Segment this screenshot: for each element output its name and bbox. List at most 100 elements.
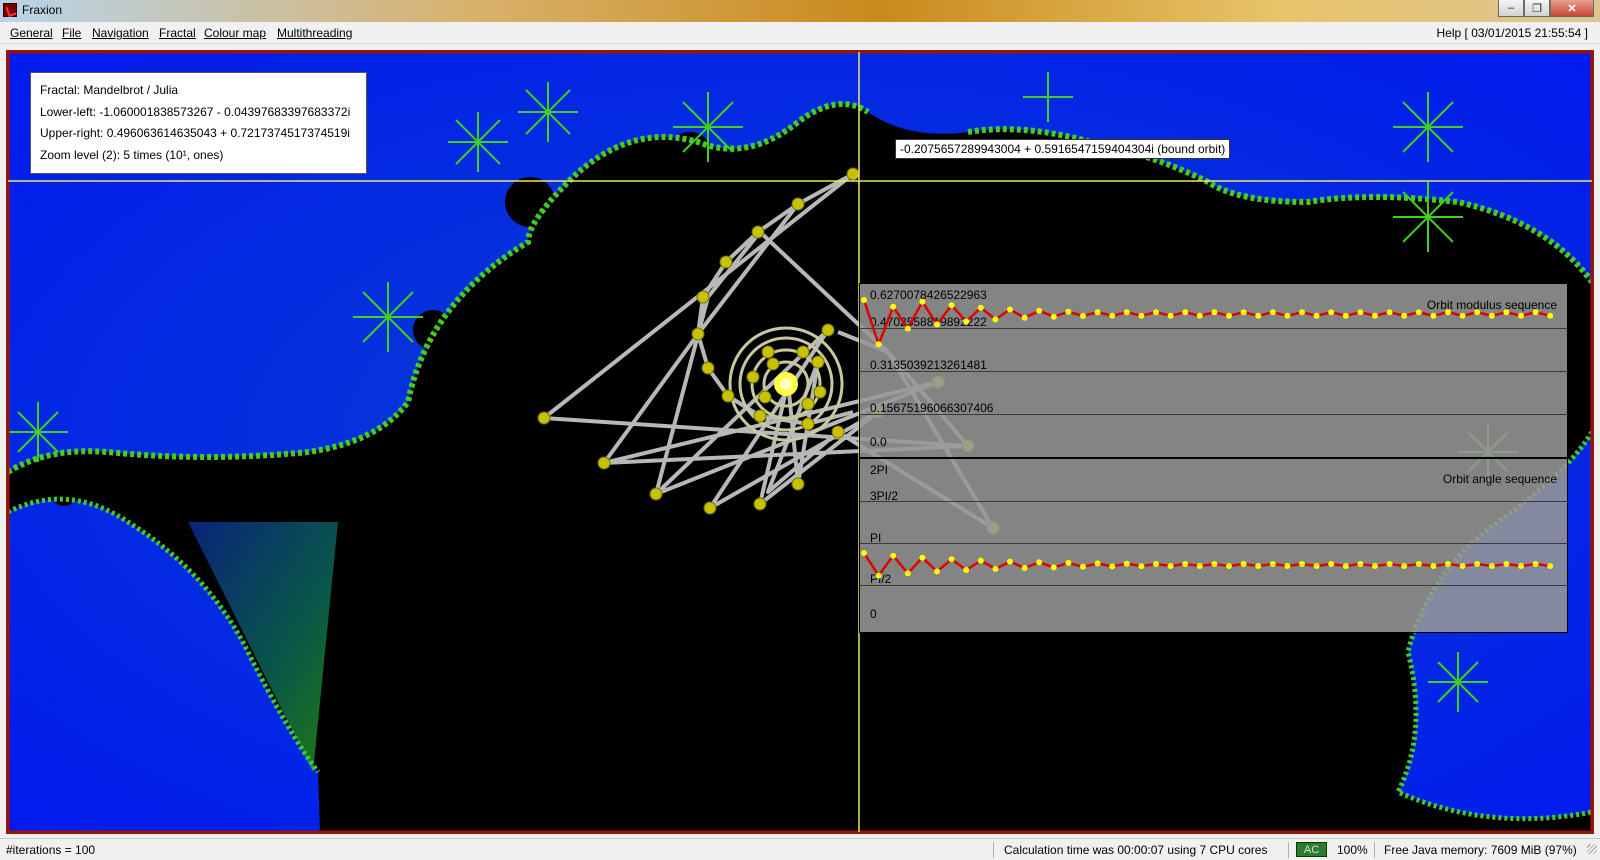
sequence-point — [1401, 563, 1408, 569]
sequence-point — [861, 297, 867, 303]
sequence-point — [861, 550, 867, 556]
sequence-point — [919, 298, 926, 305]
sequence-point — [1445, 309, 1451, 316]
orbit-modulus-panel: 0.6270078426522963 0.4702558819892222 0.… — [859, 283, 1568, 458]
menu-multithreading[interactable]: Multithreading — [277, 26, 352, 40]
sequence-point — [1080, 563, 1086, 570]
sequence-point — [1342, 563, 1349, 569]
sequence-point — [992, 565, 999, 572]
minimize-icon[interactable]: – — [1498, 0, 1524, 17]
info-lower-left: Lower-left: -1.060001838573267 - 0.04397… — [40, 104, 351, 119]
sequence-point — [904, 325, 911, 332]
window-title: Fraxion — [22, 3, 63, 17]
sequence-point — [977, 557, 984, 564]
sequence-point — [948, 556, 955, 563]
sequence-point — [1153, 309, 1159, 316]
sequence-point — [1196, 312, 1203, 319]
sequence-point — [1007, 306, 1013, 313]
sequence-point — [1357, 561, 1364, 567]
fractal-info-box: Fractal: Mandelbrot / Julia Lower-left: … — [30, 72, 367, 174]
sequence-point — [1094, 560, 1101, 567]
sequence-point — [1474, 561, 1481, 567]
menu-fractal-label: Fractal — [159, 26, 196, 40]
menu-file-label: File — [62, 26, 82, 40]
sequence-point — [1401, 312, 1408, 319]
ac-power-icon: AC — [1296, 842, 1327, 857]
sequence-point — [1547, 312, 1554, 319]
sequence-point — [1021, 565, 1028, 571]
sequence-point — [1342, 312, 1349, 319]
sequence-point — [1518, 312, 1524, 319]
sequence-point — [1269, 309, 1276, 316]
sequence-point — [934, 568, 940, 575]
sequence-point — [1430, 312, 1437, 319]
datetime-display: [ 03/01/2015 21:55:54 ] — [1464, 26, 1588, 40]
sequence-point — [948, 302, 955, 309]
sequence-point — [934, 321, 940, 328]
modulus-sequence-plot — [861, 297, 1554, 348]
sequence-point — [1138, 312, 1145, 319]
sequence-point — [1080, 313, 1086, 319]
menu-fractal[interactable]: Fractal — [159, 26, 196, 40]
sequence-point — [1488, 312, 1495, 319]
bulb — [505, 177, 555, 227]
sequence-point — [1050, 313, 1057, 320]
title-bar[interactable]: Fraxion – ❐ ✕ — [0, 0, 1600, 22]
bulb — [1271, 200, 1335, 264]
status-separator — [993, 842, 994, 858]
sequence-point — [1211, 561, 1218, 567]
sequence-point — [1167, 312, 1174, 319]
sequence-point — [1196, 563, 1203, 569]
sequence-point — [1050, 564, 1057, 571]
sequence-point — [890, 552, 897, 559]
sequence-point — [1430, 563, 1437, 569]
sequence-point — [1065, 559, 1072, 566]
resize-grip-icon[interactable] — [1587, 844, 1597, 854]
menu-navigation[interactable]: Navigation — [92, 26, 149, 40]
sequence-point — [1269, 561, 1276, 567]
calc-time-status: Calculation time was 00:00:07 using 7 CP… — [1004, 843, 1268, 857]
sequence-point — [1518, 563, 1524, 569]
memory-status: Free Java memory: 7609 MiB (97%) — [1384, 843, 1577, 857]
sequence-point — [1109, 563, 1116, 570]
menu-general[interactable]: General — [10, 26, 53, 40]
sequence-point — [1182, 309, 1189, 316]
sequence-point — [963, 318, 970, 325]
sequence-point — [1211, 309, 1218, 316]
menu-general-label: General — [10, 26, 53, 40]
cursor-coordinate-tooltip: -0.2075657289943004 + 0.5916547159404304… — [895, 139, 1231, 159]
maximize-icon[interactable]: ❐ — [1524, 0, 1550, 17]
menu-help[interactable]: Help — [1437, 26, 1462, 40]
window-controls: – ❐ ✕ — [1498, 0, 1594, 18]
menu-bar: General File Navigation Fractal Colour m… — [0, 22, 1600, 44]
sequence-point — [904, 570, 911, 577]
info-fractal: Fractal: Mandelbrot / Julia — [40, 83, 179, 97]
sequence-point — [1415, 309, 1422, 316]
sequence-point — [1445, 561, 1451, 567]
angle-sequence-plot — [861, 550, 1554, 579]
sequence-point — [875, 572, 882, 579]
menu-file[interactable]: File — [62, 26, 81, 40]
sequence-point — [1459, 312, 1466, 319]
sequence-point — [1299, 561, 1305, 567]
sequence-point — [1328, 309, 1335, 316]
sequence-point — [1182, 561, 1189, 567]
sequence-point — [1313, 563, 1320, 569]
battery-status: 100% — [1337, 843, 1368, 857]
close-icon[interactable]: ✕ — [1550, 0, 1594, 17]
sequence-point — [1372, 312, 1378, 319]
menu-colour-map[interactable]: Colour map — [204, 26, 266, 40]
sequence-point — [1488, 563, 1495, 569]
sequence-point — [1532, 561, 1539, 567]
sequence-point — [963, 567, 970, 573]
sequence-point — [992, 316, 999, 323]
sequence-point — [1313, 312, 1320, 319]
sequence-point — [1153, 561, 1159, 567]
sequence-point — [1123, 309, 1130, 316]
sequence-point — [1036, 307, 1043, 314]
sequence-point — [1138, 563, 1145, 570]
sequence-point — [1167, 563, 1174, 569]
orbit-angle-panel: 2PI 3PI/2 PI PI/2 0 Orbit angle sequence — [859, 458, 1568, 633]
sequence-point — [1503, 561, 1510, 567]
menu-navigation-label: Navigation — [92, 26, 149, 40]
